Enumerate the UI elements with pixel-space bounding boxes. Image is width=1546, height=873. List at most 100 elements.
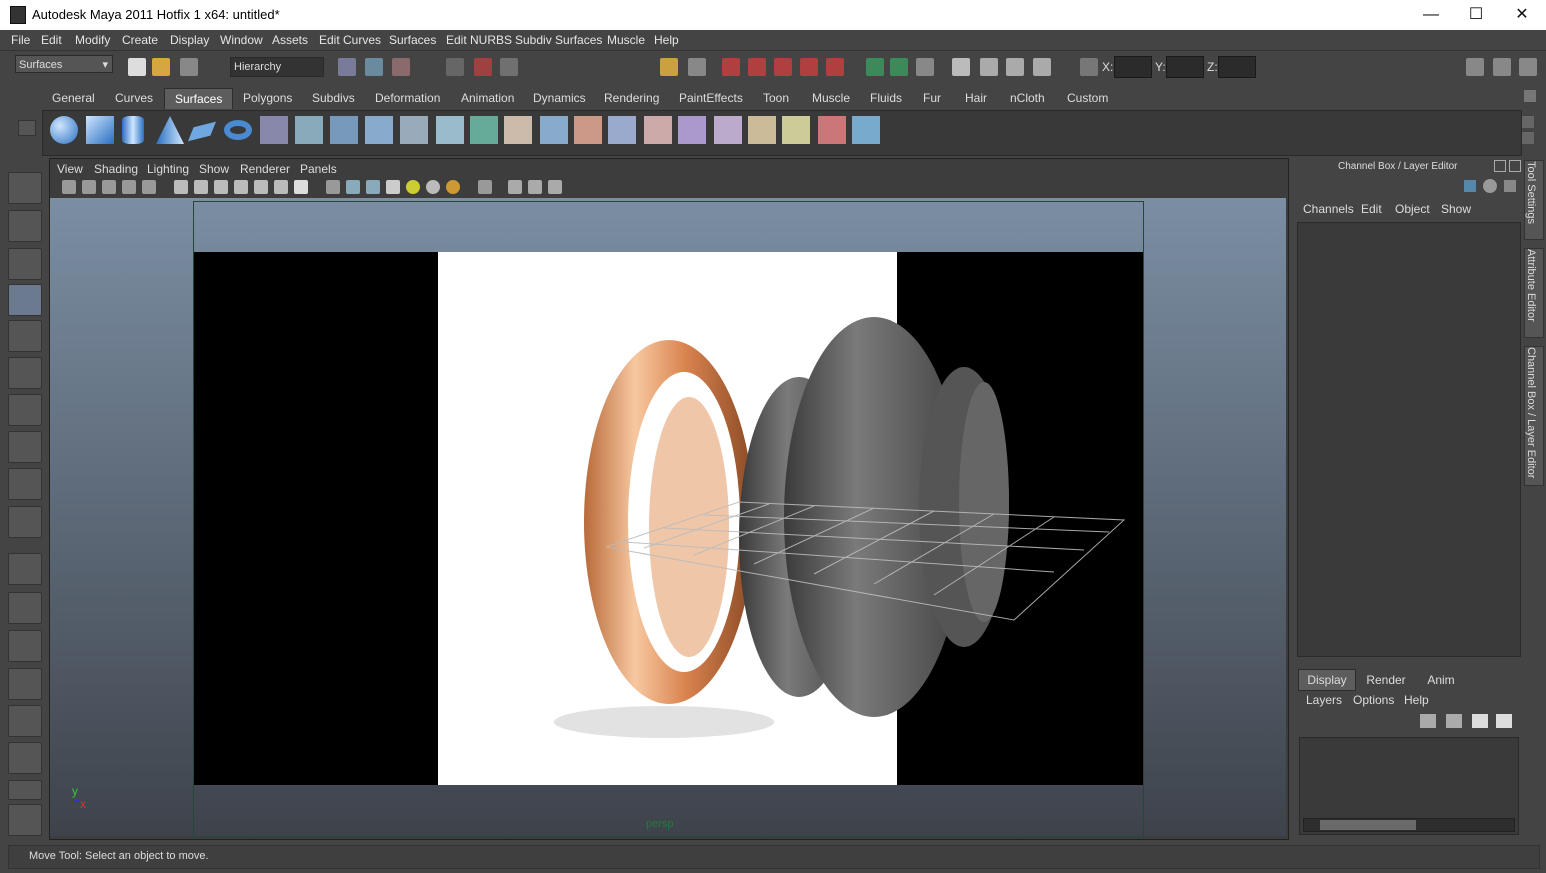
- gate-mask-icon[interactable]: [234, 180, 248, 194]
- select-by-component-icon[interactable]: [392, 58, 410, 76]
- shelf-tab-hair[interactable]: Hair: [955, 88, 997, 108]
- xray-icon[interactable]: [508, 180, 522, 194]
- nurbs-torus-icon[interactable]: [224, 120, 252, 140]
- menu-assets[interactable]: Assets: [272, 33, 308, 47]
- show-tool-settings-icon[interactable]: [1493, 58, 1511, 76]
- textured-icon[interactable]: [386, 180, 400, 194]
- layout-persp-graph-icon[interactable]: [8, 668, 42, 700]
- intersect-surfaces-icon[interactable]: [678, 116, 706, 144]
- menu-edit[interactable]: Edit: [41, 33, 62, 47]
- project-curve-icon[interactable]: [714, 116, 742, 144]
- y-field[interactable]: [1166, 56, 1204, 78]
- shelf-menu-icon[interactable]: [18, 120, 36, 136]
- move-tool-icon[interactable]: [8, 284, 42, 316]
- nurbs-cylinder-icon[interactable]: [122, 116, 144, 144]
- shelf-tab-deformation[interactable]: Deformation: [365, 88, 450, 108]
- menu-window[interactable]: Window: [220, 33, 263, 47]
- menu-subdiv-surfaces[interactable]: Subdiv Surfaces: [515, 33, 602, 47]
- shelf-scroll-up-icon[interactable]: [1522, 116, 1534, 128]
- scale-tool-icon[interactable]: [8, 357, 42, 389]
- rotate-tool-icon[interactable]: [8, 320, 42, 352]
- make-live-icon[interactable]: [826, 58, 844, 76]
- smooth-shade-icon[interactable]: [346, 180, 360, 194]
- snap-to-point-icon[interactable]: [774, 58, 792, 76]
- shelf-tab-dynamics[interactable]: Dynamics: [523, 88, 596, 108]
- layer-tab-anim[interactable]: Anim: [1418, 671, 1464, 689]
- panel-menu-show[interactable]: Show: [199, 162, 229, 176]
- untrim-surfaces-icon[interactable]: [782, 116, 810, 144]
- hq-rendering-icon[interactable]: [446, 180, 460, 194]
- z-field[interactable]: [1218, 56, 1256, 78]
- wireframe-icon[interactable]: [326, 180, 340, 194]
- layer-help-menu[interactable]: Help: [1404, 693, 1429, 707]
- field-chart-icon[interactable]: [254, 180, 268, 194]
- resolution-gate-icon[interactable]: [214, 180, 228, 194]
- shelf-tab-muscle[interactable]: Muscle: [802, 88, 860, 108]
- bookmarks-icon[interactable]: [102, 180, 116, 194]
- use-all-lights-icon[interactable]: [406, 180, 420, 194]
- channel-show-menu[interactable]: Show: [1441, 202, 1471, 216]
- two-d-pan-zoom-icon[interactable]: [142, 180, 156, 194]
- sculpt-geometry-icon[interactable]: [818, 116, 846, 144]
- nurbs-sphere-icon[interactable]: [50, 116, 78, 144]
- insert-isoparm-icon[interactable]: [504, 116, 532, 144]
- shelf-tab-subdivs[interactable]: Subdivs: [302, 88, 365, 108]
- grid-icon[interactable]: [174, 180, 188, 194]
- snap-to-curve-icon[interactable]: [748, 58, 766, 76]
- channel-box-tab[interactable]: Channel Box / Layer Editor: [1524, 346, 1544, 486]
- shelf-scroll-down-icon[interactable]: [1522, 132, 1534, 144]
- shelf-tab-ncloth[interactable]: nCloth: [1000, 88, 1055, 108]
- film-gate-icon[interactable]: [194, 180, 208, 194]
- shelf-tab-custom[interactable]: Custom: [1057, 88, 1118, 108]
- revolve-icon[interactable]: [260, 116, 288, 144]
- maximize-button[interactable]: ☐: [1453, 0, 1499, 30]
- isolate-select-icon[interactable]: [478, 180, 492, 194]
- image-plane-icon[interactable]: [122, 180, 136, 194]
- scrollbar-thumb[interactable]: [1320, 820, 1416, 830]
- detach-surfaces-icon[interactable]: [574, 116, 602, 144]
- menu-surfaces[interactable]: Surfaces: [389, 33, 436, 47]
- trash-icon[interactable]: [1524, 90, 1536, 102]
- options-menu[interactable]: Options: [1353, 693, 1394, 707]
- menu-create[interactable]: Create: [122, 33, 158, 47]
- render-view-icon[interactable]: [952, 58, 970, 76]
- square-surface-icon[interactable]: [470, 116, 498, 144]
- attach-surfaces-icon[interactable]: [540, 116, 568, 144]
- safe-title-icon[interactable]: [294, 180, 308, 194]
- mask-joints-icon[interactable]: [500, 58, 518, 76]
- shelf-tab-surfaces[interactable]: Surfaces: [164, 88, 234, 109]
- channel-edit-menu[interactable]: Edit: [1361, 202, 1382, 216]
- lock-selection-icon[interactable]: [660, 58, 678, 76]
- close-button[interactable]: ✕: [1499, 0, 1545, 30]
- channel-box-toggle-icon[interactable]: [1483, 179, 1497, 193]
- attribute-editor-tab[interactable]: Attribute Editor: [1524, 248, 1544, 338]
- layout-options-icon[interactable]: [8, 780, 42, 800]
- extrude-icon[interactable]: [365, 116, 393, 144]
- output-ops-icon[interactable]: [890, 58, 908, 76]
- move-layer-down-icon[interactable]: [1446, 714, 1462, 728]
- camera-attributes-icon[interactable]: [82, 180, 96, 194]
- menu-file[interactable]: File: [11, 33, 30, 47]
- layout-four-pane-icon[interactable]: [8, 592, 42, 624]
- menu-modify[interactable]: Modify: [75, 33, 110, 47]
- create-empty-layer-icon[interactable]: [1472, 714, 1488, 728]
- select-by-hierarchy-icon[interactable]: [338, 58, 356, 76]
- snap-to-view-plane-icon[interactable]: [800, 58, 818, 76]
- channel-box-list[interactable]: [1297, 222, 1521, 657]
- boundary-icon[interactable]: [436, 116, 464, 144]
- layout-single-pane-icon[interactable]: [8, 553, 42, 585]
- show-channel-box-icon[interactable]: [1519, 58, 1537, 76]
- panel-menu-panels[interactable]: Panels: [300, 162, 337, 176]
- lasso-tool-icon[interactable]: [8, 210, 42, 242]
- transform-mode-icon[interactable]: [1080, 58, 1098, 76]
- wireframe-on-shaded-icon[interactable]: [366, 180, 380, 194]
- layout-hypershade-persp-icon[interactable]: [8, 705, 42, 737]
- shelf-tab-fur[interactable]: Fur: [913, 88, 951, 108]
- open-scene-icon[interactable]: [152, 58, 170, 76]
- shelf-tab-toon[interactable]: Toon: [753, 88, 799, 108]
- panel-menu-view[interactable]: View: [57, 162, 83, 176]
- bevel-icon[interactable]: [400, 116, 428, 144]
- channel-box-axis-icon[interactable]: [1464, 180, 1476, 192]
- shelf-tab-polygons[interactable]: Polygons: [233, 88, 302, 108]
- rebuild-surfaces-icon[interactable]: [852, 116, 880, 144]
